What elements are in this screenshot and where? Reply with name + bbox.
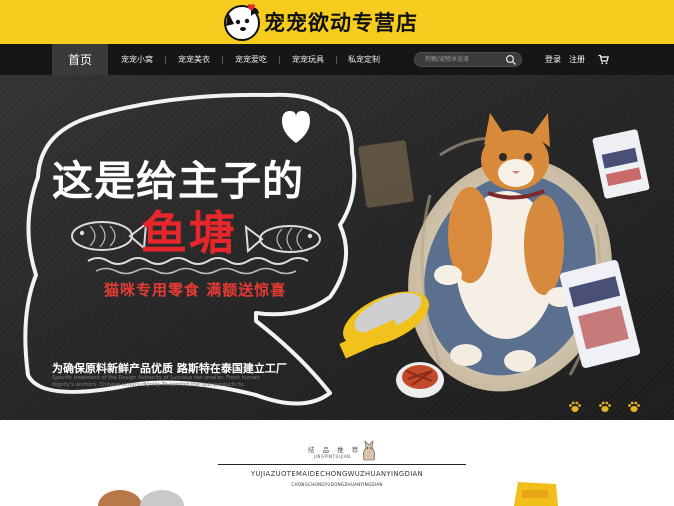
nav-item-custom[interactable]: 私宠定制 [348, 44, 380, 75]
nav-item-clothes[interactable]: 宠宠美衣 [178, 44, 210, 75]
shop-name: 宠宠欲动专营店 [264, 11, 418, 35]
top-banner: 宠宠欲动专营店 [0, 0, 674, 44]
nav-item-food[interactable]: 宠宠爱吃 [235, 44, 267, 75]
product-pack-blurred [358, 140, 414, 208]
login-link[interactable]: 登录 [545, 44, 561, 75]
banner-highlight: 鱼塘 [141, 206, 237, 260]
treats-bowl [396, 362, 444, 398]
banner-tagline: 为确保原料新鲜产品优质 路斯特在泰国建立工厂 [52, 362, 287, 375]
nav-item-nest[interactable]: 宠宠小窝 [121, 44, 153, 75]
paw-icon [628, 401, 640, 412]
paw-icon [569, 401, 581, 412]
dog-mascot-icon [224, 4, 260, 41]
cart-icon[interactable] [598, 54, 609, 65]
nav-home[interactable]: 首页 [52, 44, 108, 75]
nav-divider [222, 56, 223, 64]
cat-silhouette-icon [363, 440, 375, 461]
banner-fine-print: Specific treatment of the Design Authori… [52, 375, 260, 388]
section-divider [218, 464, 466, 465]
banner-subline: 猫咪专用零食 满额送惊喜 [104, 281, 287, 299]
product-thumb-dog-plush[interactable] [96, 482, 186, 506]
nav-divider [336, 56, 337, 64]
search-box [414, 52, 522, 67]
featured-section: 结 品 推 荐 JINGPINTUIJIAN YUJIAZUOTEMAIDECH… [0, 420, 674, 506]
paw-icon [599, 401, 611, 412]
nav-divider [165, 56, 166, 64]
section-subtitle: YUJIAZUOTEMAIDECHONGWUZHUANYINGDIAN [250, 470, 424, 478]
hero-banner[interactable]: 这是给主子的 鱼塘 猫咪专用零食 满额送惊喜 为确保原料新鲜产品优质 路斯特在泰… [0, 75, 674, 420]
section-title: 结 品 推 荐 [308, 446, 362, 454]
nav-bar: 首页 宠宠小窝 宠宠美衣 宠宠爱吃 宠宠玩具 私宠定制 登录 注册 [0, 44, 674, 75]
nav-divider [279, 56, 280, 64]
shop-logo[interactable]: 宠宠欲动专营店 [222, 2, 418, 42]
search-input[interactable] [425, 53, 505, 66]
section-title-en: JINGPINTUIJIAN [314, 454, 351, 459]
nav-item-toys[interactable]: 宠宠玩具 [292, 44, 324, 75]
register-link[interactable]: 注册 [569, 44, 585, 75]
product-thumb-food-bag[interactable] [512, 480, 560, 506]
search-icon[interactable] [505, 54, 517, 66]
